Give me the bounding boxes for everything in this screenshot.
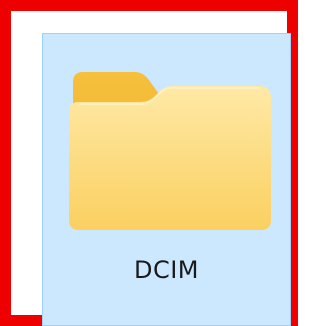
folder-label: DCIM bbox=[133, 256, 200, 284]
folder-icon bbox=[69, 72, 271, 230]
folder-item-dcim[interactable]: DCIM bbox=[42, 33, 291, 326]
highlight-frame: DCIM bbox=[0, 0, 298, 326]
